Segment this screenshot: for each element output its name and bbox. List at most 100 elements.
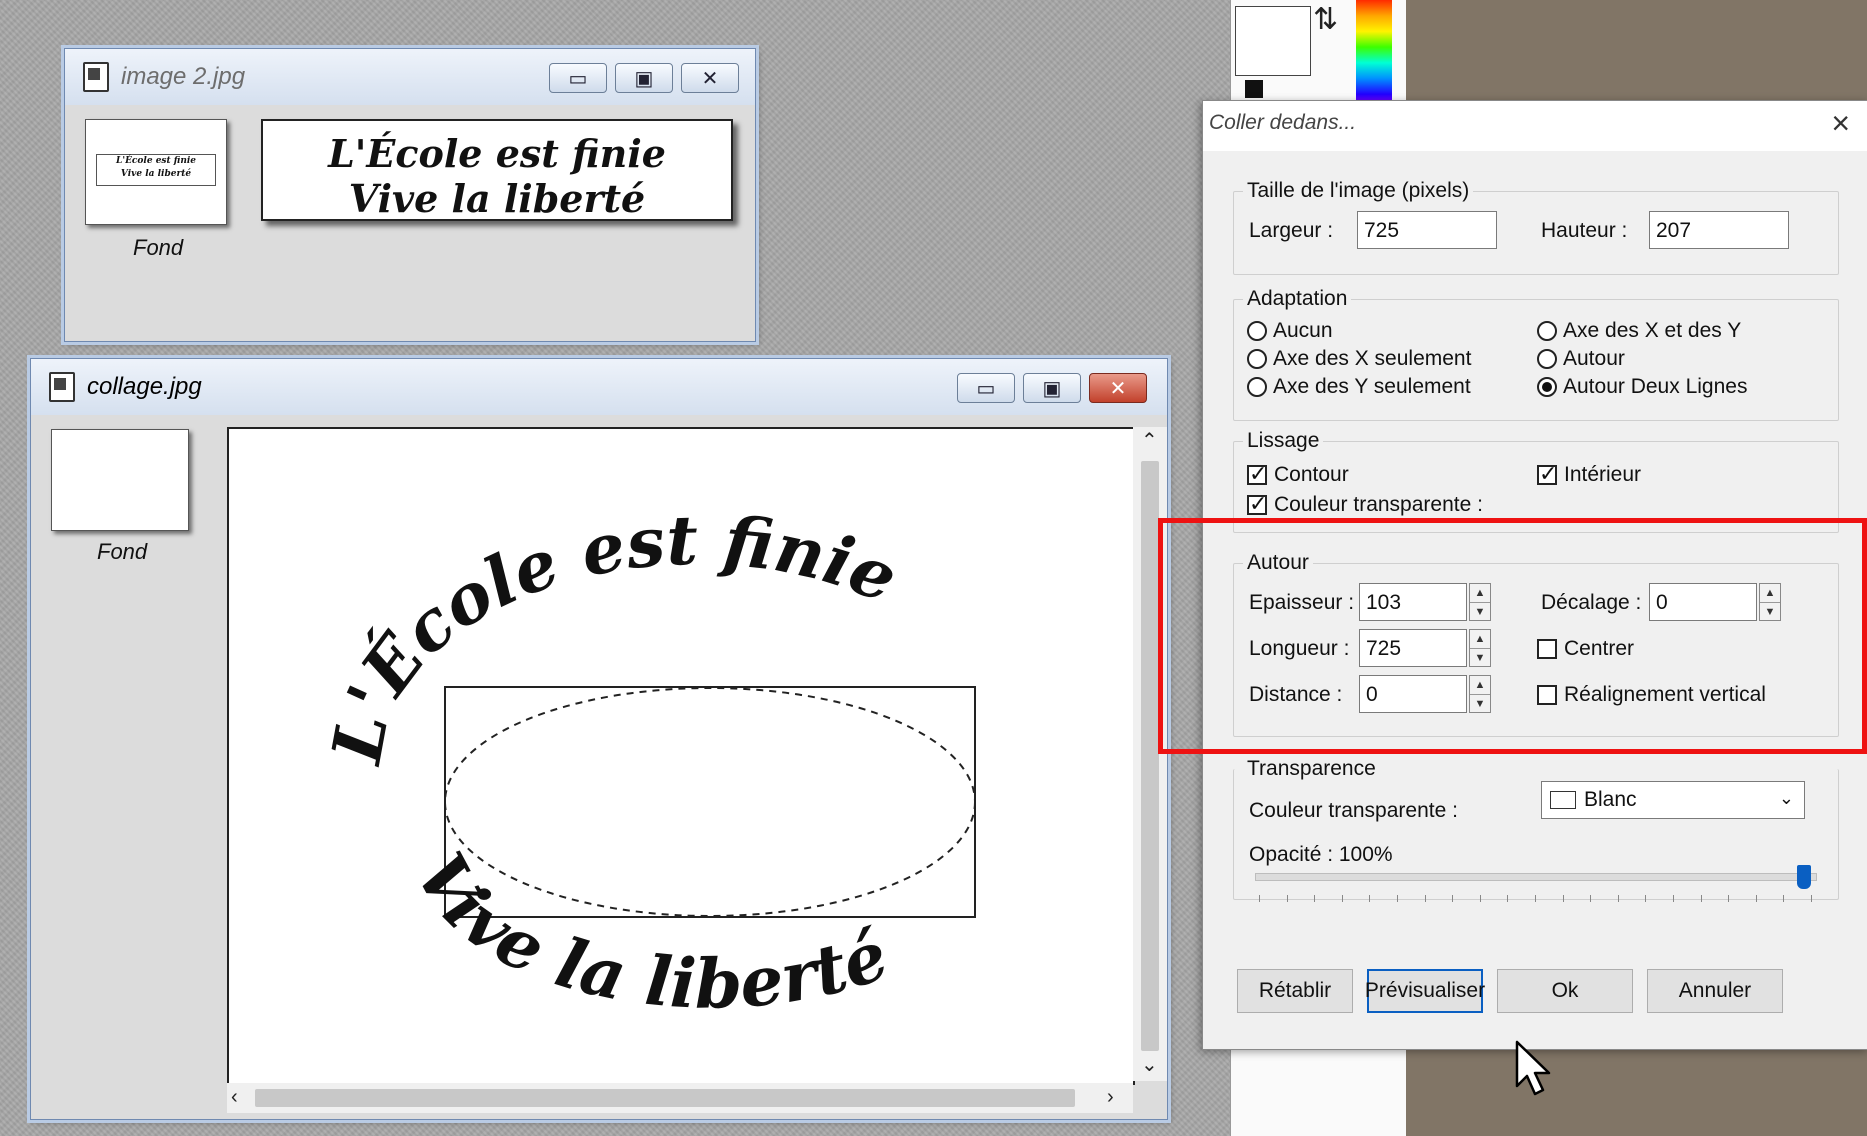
slider-tick — [1424, 895, 1426, 902]
slider-tick — [1700, 895, 1702, 902]
checkbox-indicator — [1537, 461, 1557, 487]
thumbnail-text: L'École est finie Vive la liberté — [96, 154, 216, 186]
arc-text-bottom: Vive la liberté — [399, 840, 898, 1024]
mouse-cursor-icon — [1515, 1040, 1551, 1096]
close-button[interactable]: ✕ — [1089, 373, 1147, 403]
radio-axe-x[interactable]: Axe des X seulement — [1247, 347, 1471, 371]
slider-tick — [1728, 895, 1730, 902]
layer-label: Fond — [133, 235, 184, 260]
radio-axe-y[interactable]: Axe des Y seulement — [1247, 375, 1471, 399]
radio-indicator — [1537, 321, 1557, 341]
check-transparent-color[interactable]: Couleur transparente : — [1247, 491, 1483, 517]
close-icon[interactable]: × — [1831, 105, 1850, 142]
scroll-up-icon[interactable]: ⌃ — [1141, 431, 1158, 451]
radio-indicator — [1247, 377, 1267, 397]
radio-axe-xy[interactable]: Axe des X et des Y — [1537, 319, 1741, 343]
slider-tick — [1673, 895, 1674, 902]
minimize-button[interactable]: ▭ — [957, 373, 1015, 403]
check-contour[interactable]: Contour — [1247, 461, 1349, 487]
white-swatch-icon — [1550, 791, 1576, 809]
smoothing-group-label: Lissage — [1243, 429, 1324, 453]
height-label: Hauteur : — [1541, 219, 1628, 242]
close-button[interactable]: ✕ — [681, 63, 739, 93]
collage-titlebar[interactable]: collage.jpg ▭ ▣ ✕ — [31, 359, 1167, 415]
radio-aucun[interactable]: Aucun — [1247, 319, 1333, 343]
layers-panel: Fond — [31, 415, 213, 1119]
slider-tick — [1562, 895, 1564, 902]
slider-tick — [1259, 895, 1260, 902]
radio-indicator — [1247, 349, 1267, 369]
ok-button[interactable]: Ok — [1497, 969, 1633, 1013]
maximize-button[interactable]: ▣ — [1023, 373, 1081, 403]
arc-text-drawing: L'École est finie Vive la liberté — [317, 501, 976, 1025]
slider-tick — [1590, 895, 1592, 902]
chevron-down-icon: ⌄ — [1778, 788, 1794, 808]
slider-tick — [1617, 895, 1619, 902]
checkbox-indicator — [1247, 491, 1267, 517]
transparent-color-select[interactable]: Blanc ⌄ — [1541, 781, 1805, 819]
image-text-line1: L'École est finie — [328, 131, 666, 176]
vertical-scroll-thumb[interactable] — [1141, 461, 1159, 1051]
transparency-group-label: Transparence — [1243, 757, 1380, 781]
height-field[interactable]: 207 — [1649, 211, 1789, 249]
layer-thumbnail[interactable]: L'École est finie Vive la liberté — [85, 119, 227, 225]
placement-ellipse — [444, 687, 976, 917]
slider-tick — [1369, 895, 1371, 902]
adaptation-group-label: Adaptation — [1243, 287, 1352, 311]
image2-titlebar[interactable]: image 2.jpg ▭ ▣ ✕ — [65, 49, 755, 105]
slider-tick — [1811, 895, 1812, 902]
opacity-slider-handle[interactable] — [1797, 865, 1811, 889]
collage-canvas[interactable]: L'École est finie Vive la liberté — [227, 427, 1135, 1085]
layer-thumbnail[interactable] — [51, 429, 189, 531]
collage-canvas-area: L'École est finie Vive la liberté ⌃ ⌄ ‹ … — [211, 415, 1167, 1119]
maximize-button[interactable]: ▣ — [615, 63, 673, 93]
slider-tick — [1755, 895, 1757, 902]
radio-autour[interactable]: Autour — [1537, 347, 1625, 371]
document-icon — [83, 62, 109, 92]
scroll-left-icon[interactable]: ‹ — [231, 1087, 238, 1107]
highlight-rectangle — [1158, 518, 1867, 754]
opacity-slider-track[interactable] — [1255, 873, 1817, 881]
reset-button[interactable]: Rétablir — [1237, 969, 1353, 1013]
slider-tick — [1341, 895, 1343, 902]
layer-label: Fond — [97, 539, 148, 564]
collage-window: collage.jpg ▭ ▣ ✕ Fond L'École est finie… — [30, 358, 1168, 1120]
dialog-titlebar[interactable]: Coller dedans... × — [1203, 101, 1867, 151]
slider-tick — [1535, 895, 1536, 902]
color-spectrum[interactable] — [1356, 0, 1392, 110]
horizontal-scroll-thumb[interactable] — [255, 1089, 1075, 1107]
image2-canvas-area: L'École est finie Vive la liberté — [245, 105, 755, 341]
size-group-label: Taille de l'image (pixels) — [1243, 179, 1474, 203]
image2-window: image 2.jpg ▭ ▣ ✕ L'École est finie Vive… — [64, 48, 756, 342]
slider-tick — [1507, 895, 1509, 902]
preview-button[interactable]: Prévisualiser — [1365, 969, 1485, 1013]
width-field[interactable]: 725 — [1357, 211, 1497, 249]
scroll-right-icon[interactable]: › — [1107, 1087, 1114, 1107]
slider-tick — [1479, 895, 1481, 902]
cancel-button[interactable]: Annuler — [1647, 969, 1783, 1013]
radio-indicator — [1247, 321, 1267, 341]
collage-title: collage.jpg — [87, 373, 202, 400]
checkbox-indicator — [1247, 461, 1267, 487]
slider-tick — [1452, 895, 1454, 902]
slider-tick — [1645, 895, 1647, 902]
transparent-color-label: Couleur transparente : — [1249, 799, 1458, 822]
arc-text-top: L'École est finie — [317, 501, 909, 771]
image2-canvas[interactable]: L'École est finie Vive la liberté — [261, 119, 733, 221]
radio-autour-deux-lignes[interactable]: Autour Deux Lignes — [1537, 375, 1747, 399]
swap-colors-icon[interactable]: ⇅ — [1313, 2, 1338, 37]
minimize-button[interactable]: ▭ — [549, 63, 607, 93]
image-text-line2: Vive la liberté — [348, 176, 646, 221]
scroll-down-icon[interactable]: ⌄ — [1141, 1055, 1158, 1075]
slider-tick — [1314, 895, 1316, 902]
check-interieur[interactable]: Intérieur — [1537, 461, 1641, 487]
foreground-color-swatch[interactable] — [1245, 80, 1263, 98]
radio-indicator — [1537, 377, 1557, 397]
radio-indicator — [1537, 349, 1557, 369]
dialog-title: Coller dedans... — [1209, 111, 1357, 134]
image2-title: image 2.jpg — [121, 63, 246, 90]
horizontal-scrollbar[interactable]: ‹ › — [227, 1083, 1133, 1113]
background-color-swatch[interactable] — [1235, 6, 1311, 76]
layers-panel: L'École est finie Vive la liberté Fond — [65, 105, 247, 341]
slider-tick — [1783, 895, 1785, 902]
